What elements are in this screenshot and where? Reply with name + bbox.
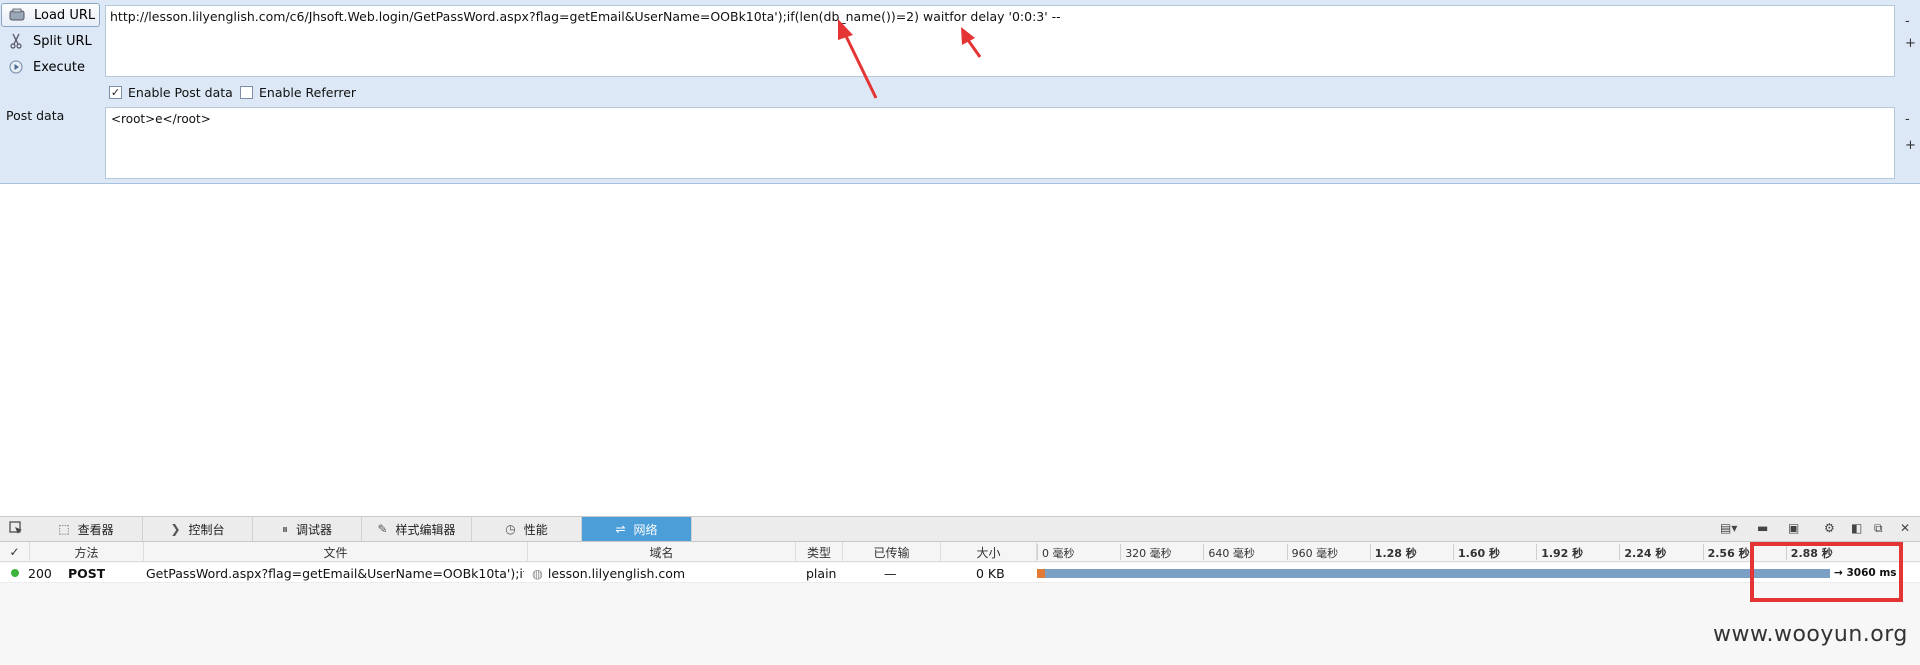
tab-label: 性能 <box>523 522 548 537</box>
column-domain[interactable]: 域名 <box>528 542 796 562</box>
request-transferred: — <box>884 565 897 581</box>
timeline-tick-label: 640 毫秒 <box>1208 547 1255 560</box>
timeline-gridline <box>1037 544 1038 560</box>
status-code: 200 <box>28 565 52 581</box>
dock-side-icon[interactable]: ◧ <box>1851 521 1862 535</box>
console-icon: ❯ <box>170 522 181 536</box>
devtools-panel: ⬚ 查看器 ❯ 控制台 ⏸ 调试器 ✎ 样式编辑器 ◷ 性能 ⇌ 网络 ▤▾ ▬… <box>0 516 1920 665</box>
timeline-gridline <box>1453 544 1454 560</box>
post-data-text: <root>e</root> <box>111 112 211 126</box>
tab-label: 控制台 <box>188 522 225 537</box>
unchecked-box-icon <box>240 86 253 99</box>
waterfall-bar <box>1045 569 1830 578</box>
url-shrink-button[interactable]: - <box>1905 14 1910 29</box>
enable-post-label: Enable Post data <box>128 85 233 100</box>
timeline-gridline <box>1369 544 1371 560</box>
watermark: www.wooyun.org <box>1713 622 1908 647</box>
devtools-toolbar: ⬚ 查看器 ❯ 控制台 ⏸ 调试器 ✎ 样式编辑器 ◷ 性能 ⇌ 网络 ▤▾ ▬… <box>0 517 1920 542</box>
column-size[interactable]: 大小 <box>941 542 1037 562</box>
close-icon[interactable]: ✕ <box>1900 521 1910 535</box>
load-url-button[interactable]: Load URL <box>1 3 100 27</box>
split-url-label: Split URL <box>33 33 92 49</box>
pick-element-icon[interactable] <box>9 521 23 538</box>
timeline-gridline <box>1702 544 1704 560</box>
network-icon: ⇌ <box>615 522 626 536</box>
inspector-icon: ⬚ <box>58 522 70 536</box>
post-data-label: Post data <box>6 108 65 123</box>
request-size: 0 KB <box>976 565 1005 581</box>
request-file: GetPassWord.aspx?flag=getEmail&UserName=… <box>146 565 524 581</box>
table-row[interactable]: 200 POST GetPassWord.aspx?flag=getEmail&… <box>0 563 1920 583</box>
tab-inspector[interactable]: ⬚ 查看器 <box>30 517 143 541</box>
scissors-icon <box>7 33 25 49</box>
tab-style-editor[interactable]: ✎ 样式编辑器 <box>362 517 472 541</box>
execute-button[interactable]: Execute <box>1 55 100 79</box>
scratchpad-icon[interactable]: ▣ <box>1788 521 1799 535</box>
hackbar-panel: Load URL Split URL Execute http://lesson… <box>0 0 1920 184</box>
column-method[interactable]: 方法 <box>30 542 144 562</box>
tab-label: 网络 <box>633 522 658 537</box>
waterfall-blocked-segment <box>1037 569 1045 578</box>
tab-debugger[interactable]: ⏸ 调试器 <box>253 517 362 541</box>
post-shrink-button[interactable]: - <box>1905 112 1910 127</box>
timeline-gridline <box>1286 544 1288 560</box>
load-url-icon <box>8 7 26 23</box>
timeline-tick-label: 1.92 秒 <box>1541 547 1584 560</box>
timeline-tick-label: 2.56 秒 <box>1707 547 1750 560</box>
performance-icon: ◷ <box>505 522 516 536</box>
tab-performance[interactable]: ◷ 性能 <box>472 517 582 541</box>
timeline-tick-label: 0 毫秒 <box>1042 547 1075 560</box>
request-method: POST <box>68 565 106 581</box>
post-grow-button[interactable]: + <box>1905 138 1916 153</box>
play-icon <box>7 59 25 75</box>
url-grow-button[interactable]: + <box>1905 36 1916 51</box>
timeline-gridline <box>1203 544 1205 560</box>
undock-window-icon[interactable]: ⧉ <box>1874 521 1883 536</box>
status-dot-icon <box>11 569 19 577</box>
network-table-header: ✓ 方法 文件 域名 类型 已传输 大小 0 毫秒 320 毫秒 640 毫秒 960… <box>0 542 1920 562</box>
column-status-check[interactable]: ✓ <box>0 542 30 562</box>
tab-label: 样式编辑器 <box>395 522 456 537</box>
request-type: plain <box>806 565 837 581</box>
layout-dropdown-icon[interactable]: ▤▾ <box>1720 521 1737 535</box>
timeline-tick-label: 320 毫秒 <box>1125 547 1172 560</box>
url-text: http://lesson.lilyenglish.com/c6/Jhsoft.… <box>110 9 1061 24</box>
debugger-icon: ⏸ <box>281 521 288 536</box>
post-data-textarea[interactable]: <root>e</root> <box>105 107 1895 179</box>
split-url-button[interactable]: Split URL <box>1 29 100 53</box>
tab-network[interactable]: ⇌ 网络 <box>582 517 692 541</box>
tab-console[interactable]: ❯ 控制台 <box>143 517 253 541</box>
split-console-icon[interactable]: ▬ <box>1757 521 1768 535</box>
tab-label: 查看器 <box>77 522 114 537</box>
style-editor-icon: ✎ <box>377 522 388 536</box>
request-domain: lesson.lilyenglish.com <box>547 565 686 581</box>
request-domain-cell: ◍ lesson.lilyenglish.com <box>532 563 792 583</box>
execute-label: Execute <box>33 59 85 75</box>
column-file[interactable]: 文件 <box>144 542 528 562</box>
column-transferred[interactable]: 已传输 <box>843 542 941 562</box>
check-icon: ✓ <box>109 86 122 99</box>
globe-icon: ◍ <box>532 565 543 581</box>
settings-gear-icon[interactable]: ⚙ <box>1824 521 1835 535</box>
red-highlight-box <box>1750 542 1903 602</box>
timeline-gridline <box>1536 544 1538 560</box>
enable-referrer-checkbox[interactable]: Enable Referrer <box>240 85 356 100</box>
timeline-tick-label: 2.24 秒 <box>1624 547 1667 560</box>
url-textarea[interactable]: http://lesson.lilyenglish.com/c6/Jhsoft.… <box>105 5 1895 77</box>
column-type[interactable]: 类型 <box>796 542 843 562</box>
timeline-gridline <box>1619 544 1621 560</box>
timeline-tick-label: 1.28 秒 <box>1374 547 1417 560</box>
timeline-tick-label: 960 毫秒 <box>1291 547 1339 560</box>
enable-post-checkbox[interactable]: ✓ Enable Post data <box>109 85 233 100</box>
tab-label: 调试器 <box>296 522 333 537</box>
timeline-tick-label: 1.60 秒 <box>1458 547 1500 560</box>
load-url-label: Load URL <box>34 7 96 23</box>
enable-referrer-label: Enable Referrer <box>259 85 357 100</box>
timeline-gridline <box>1120 544 1122 560</box>
